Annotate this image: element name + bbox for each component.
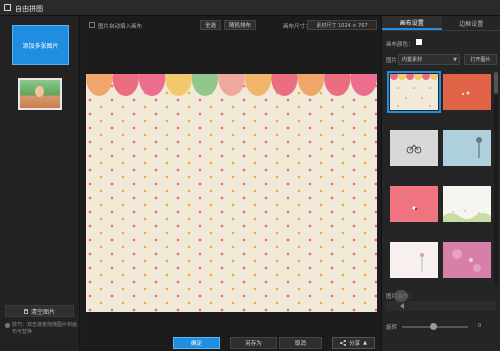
template-pink-pattern[interactable]: [443, 242, 491, 278]
scallop: [165, 74, 192, 96]
bottom-bar: 确定 另存为 取消 分享 ▲: [81, 325, 380, 351]
scallop-border: [86, 74, 377, 96]
scallop: [244, 74, 272, 96]
scallop: [218, 74, 245, 96]
confirm-button[interactable]: 确定: [173, 337, 220, 349]
cancel-button[interactable]: 取消: [279, 337, 322, 349]
info-icon: [5, 323, 10, 328]
rotate-label: 旋转: [386, 325, 398, 331]
scrollbar-thumb[interactable]: [494, 72, 498, 94]
thumbnail-photo: [20, 80, 60, 108]
template-flower[interactable]: [390, 242, 438, 278]
scallop: [112, 74, 139, 96]
template-bicycle[interactable]: [390, 130, 438, 166]
scallop: [324, 74, 351, 96]
collage-canvas[interactable]: [86, 74, 377, 312]
title-bar: 自由拼图: [0, 0, 500, 16]
chevron-down-icon: ▼: [453, 57, 457, 63]
template-polka-dot[interactable]: [387, 71, 441, 113]
chevron-up-icon: ▲: [363, 340, 367, 346]
image-thumbnail[interactable]: [18, 78, 62, 110]
share-button[interactable]: 分享 ▲: [332, 337, 375, 349]
scallop: [138, 74, 166, 96]
auto-fill-label: 图片自动填入画布: [98, 24, 143, 30]
bg-color-label: 画布颜色：: [386, 42, 414, 48]
app-title: 自由拼图: [15, 5, 43, 13]
watermark-logo: [394, 290, 410, 302]
tab-border-settings[interactable]: 边框设置: [442, 16, 500, 30]
tip-label: 技巧：双击或者拖拽图片到画布可替换: [12, 322, 78, 335]
open-image-button[interactable]: 打开图片: [464, 54, 497, 65]
orange-preview: [462, 91, 470, 95]
template-tree[interactable]: [443, 130, 491, 166]
tab-canvas-settings[interactable]: 画布设置: [382, 16, 442, 30]
left-panel: 添加多张图片 清空图片 技巧：双击或者拖拽图片到画布可替换: [0, 16, 80, 351]
thumbnail-face: [35, 86, 44, 97]
rotate-value: 0: [478, 323, 482, 329]
scallop: [350, 74, 377, 96]
add-images-button[interactable]: 添加多张图片: [12, 25, 69, 65]
home-icon: [4, 4, 11, 11]
trash-icon: [23, 308, 28, 314]
share-icon: [340, 340, 347, 346]
flower-preview: [420, 253, 424, 272]
template-orange[interactable]: [443, 74, 491, 110]
scallop: [86, 74, 113, 96]
image-source-value: 内置素材: [402, 57, 423, 63]
clear-images-button[interactable]: 清空图片: [5, 305, 74, 317]
canvas-size-select[interactable]: 素材尺寸 1024 × 767: [307, 20, 377, 30]
template-grid: [387, 71, 492, 286]
random-sort-button[interactable]: 随机排布: [224, 20, 256, 30]
template-pink[interactable]: [390, 186, 438, 222]
scallop: [191, 74, 219, 96]
save-as-button[interactable]: 另存为: [230, 337, 277, 349]
pink-pattern-preview: [452, 249, 481, 272]
clear-images-label: 清空图片: [30, 308, 55, 316]
top-toolbar: 图片自动填入画布 全选 随机排布 画布尺寸： 素材尺寸 1024 × 767: [81, 16, 380, 34]
rotate-slider-knob[interactable]: [430, 323, 437, 330]
bg-color-swatch[interactable]: [416, 39, 422, 45]
template-scrollbar[interactable]: [494, 72, 498, 286]
select-all-button[interactable]: 全选: [200, 20, 221, 30]
settings-tabs: 画布设置 边框设置: [382, 16, 500, 31]
tip-text: 技巧：双击或者拖拽图片到画布可替换: [5, 322, 77, 336]
flip-icon[interactable]: [396, 303, 404, 309]
template-grass[interactable]: [443, 186, 491, 222]
grass-preview: [443, 210, 491, 222]
image-source-select[interactable]: 内置素材 ▼: [398, 54, 460, 65]
scallop: [271, 74, 298, 96]
share-label: 分享: [349, 341, 361, 347]
paw-icon: [394, 290, 408, 302]
polka-dot-preview: [390, 72, 438, 110]
auto-fill-checkbox[interactable]: [89, 22, 95, 28]
scallop: [297, 74, 325, 96]
main-area: 图片自动填入画布 全选 随机排布 画布尺寸： 素材尺寸 1024 × 767 确…: [81, 16, 380, 351]
tree-preview: [476, 137, 482, 158]
pink-preview: [412, 206, 417, 210]
bicycle-preview: [406, 144, 422, 154]
